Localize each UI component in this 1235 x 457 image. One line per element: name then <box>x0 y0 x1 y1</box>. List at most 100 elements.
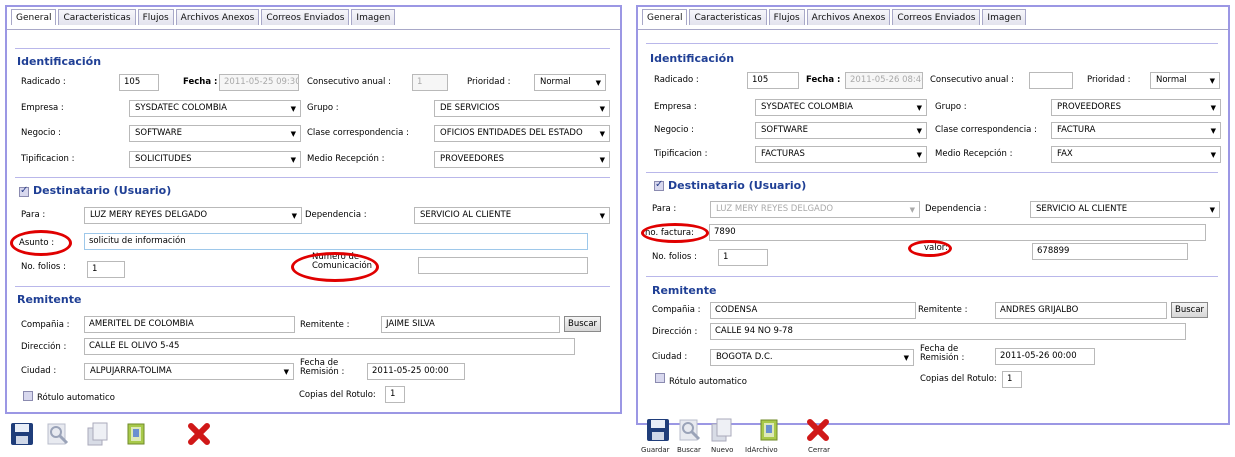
para-select[interactable]: LUZ MERY REYES DELGADO ▼ <box>84 207 302 224</box>
tab-archivos-anexos[interactable]: Archivos Anexos <box>175 9 260 25</box>
empresa-label: Empresa : <box>654 102 697 112</box>
remitente-label: Remitente : <box>918 305 968 315</box>
fecha-remision-field[interactable]: 2011-05-25 00:00 <box>367 363 465 380</box>
buscar-toolbar-label[interactable]: Buscar <box>677 446 701 454</box>
rotulo-checkbox[interactable] <box>655 373 665 383</box>
radicado-field[interactable]: 105 <box>119 74 159 91</box>
ciudad-select[interactable]: BOGOTA D.C. ▼ <box>710 349 914 366</box>
ciudad-select[interactable]: ALPUJARRA-TOLIMA ▼ <box>84 363 294 380</box>
numero-comunicacion-field[interactable] <box>418 257 588 274</box>
fecha-field[interactable]: 2011-05-26 08:40 <box>845 72 923 89</box>
save-icon[interactable] <box>10 422 34 446</box>
section-divider <box>646 276 1218 277</box>
fecha-field[interactable]: 2011-05-25 09:30 <box>219 74 299 91</box>
medio-select[interactable]: PROVEEDORES ▼ <box>434 151 610 168</box>
search-icon[interactable] <box>678 418 702 442</box>
empresa-select[interactable]: SYSDATEC COLOMBIA ▼ <box>129 100 301 117</box>
section-divider <box>15 177 610 178</box>
grupo-select[interactable]: PROVEEDORES ▼ <box>1051 99 1221 116</box>
close-icon[interactable] <box>187 422 211 446</box>
prioridad-label: Prioridad : <box>467 77 511 87</box>
tab-divider <box>638 29 1228 30</box>
grupo-label: Grupo : <box>307 103 339 113</box>
dependencia-select[interactable]: SERVICIO AL CLIENTE ▼ <box>414 207 610 224</box>
dependencia-label: Dependencia : <box>305 210 367 220</box>
no-factura-field[interactable]: 7890 <box>709 224 1206 241</box>
annotation-oval <box>641 223 709 243</box>
folios-field[interactable]: 1 <box>87 261 125 278</box>
negocio-label: Negocio : <box>654 125 694 135</box>
close-icon[interactable] <box>806 418 830 442</box>
clase-select[interactable]: FACTURA ▼ <box>1051 122 1221 139</box>
prioridad-select[interactable]: Normal ▼ <box>1150 72 1220 89</box>
idarchivo-label[interactable]: IdArchivo <box>745 446 778 454</box>
empresa-select[interactable]: SYSDATEC COLOMBIA ▼ <box>755 99 927 116</box>
copias-label: Copias del Rotulo: <box>920 374 997 384</box>
remitente-field[interactable]: ANDRES GRIJALBO <box>995 302 1167 319</box>
negocio-select[interactable]: SOFTWARE ▼ <box>755 122 927 139</box>
copias-label: Copias del Rotulo: <box>299 390 376 400</box>
tab-general[interactable]: General <box>642 9 688 25</box>
folios-field[interactable]: 1 <box>718 249 768 266</box>
remitente-field[interactable]: JAIME SILVA <box>381 316 560 333</box>
buscar-button[interactable]: Buscar <box>564 316 602 332</box>
archive-icon[interactable] <box>124 422 148 446</box>
radicado-label: Radicado : <box>654 75 699 85</box>
rotulo-checkbox[interactable] <box>23 391 33 401</box>
para-select[interactable]: LUZ MERY REYES DELGADO ▼ <box>710 201 920 218</box>
nuevo-label[interactable]: Nuevo <box>711 446 733 454</box>
destinatario-checkbox[interactable] <box>19 185 29 197</box>
medio-select[interactable]: FAX ▼ <box>1051 146 1221 163</box>
grupo-select[interactable]: DE SERVICIOS ▼ <box>434 100 610 117</box>
cerrar-label[interactable]: Cerrar <box>808 446 830 454</box>
prioridad-label: Prioridad : <box>1087 75 1131 85</box>
section-title-destinatario: Destinatario (Usuario) <box>668 179 807 192</box>
radicado-label: Radicado : <box>21 77 66 87</box>
tab-flujos[interactable]: Flujos <box>768 9 805 25</box>
new-document-icon[interactable] <box>710 418 734 442</box>
consecutivo-label: Consecutivo anual : <box>307 77 391 87</box>
radicado-field[interactable]: 105 <box>747 72 799 89</box>
direccion-field[interactable]: CALLE EL OLIVO 5-45 <box>84 338 575 355</box>
tab-correos-enviados[interactable]: Correos Enviados <box>261 9 350 25</box>
clase-select[interactable]: OFICIOS ENTIDADES DEL ESTADO ▼ <box>434 125 610 142</box>
tipificacion-label: Tipificacion : <box>654 149 708 159</box>
annotation-oval <box>10 230 72 256</box>
prioridad-select[interactable]: Normal ▼ <box>534 74 606 91</box>
buscar-button[interactable]: Buscar <box>1171 302 1209 318</box>
compania-field[interactable]: AMERITEL DE COLOMBIA <box>84 316 295 333</box>
asunto-field[interactable]: solicitu de información <box>84 233 588 250</box>
archive-icon[interactable] <box>757 418 781 442</box>
tab-correos-enviados[interactable]: Correos Enviados <box>892 9 981 25</box>
tab-caracteristicas[interactable]: Caracteristicas <box>58 9 136 25</box>
fecha-remision-field[interactable]: 2011-05-26 00:00 <box>995 348 1095 365</box>
annotation-oval <box>291 252 379 282</box>
tab-caracteristicas[interactable]: Caracteristicas <box>689 9 767 25</box>
tab-general[interactable]: General <box>11 9 57 25</box>
tab-archivos-anexos[interactable]: Archivos Anexos <box>806 9 891 25</box>
copias-field[interactable]: 1 <box>385 386 405 403</box>
compania-field[interactable]: CODENSA <box>710 302 916 319</box>
destinatario-checkbox[interactable] <box>654 179 664 191</box>
guardar-label[interactable]: Guardar <box>641 446 670 454</box>
ciudad-label: Ciudad : <box>21 366 57 376</box>
dependencia-select[interactable]: SERVICIO AL CLIENTE ▼ <box>1030 201 1220 218</box>
tab-imagen[interactable]: Imagen <box>982 9 1027 25</box>
tab-flujos[interactable]: Flujos <box>137 9 174 25</box>
search-icon[interactable] <box>46 422 70 446</box>
section-divider <box>15 286 610 287</box>
tab-imagen[interactable]: Imagen <box>351 9 396 25</box>
consecutivo-field[interactable]: 1 <box>412 74 448 91</box>
ciudad-label: Ciudad : <box>652 352 688 362</box>
clase-label: Clase correspondencia : <box>935 125 1037 135</box>
valor-field[interactable]: 678899 <box>1032 243 1188 260</box>
new-document-icon[interactable] <box>86 422 110 446</box>
save-icon[interactable] <box>646 418 670 442</box>
folios-label: No. folios : <box>652 252 697 262</box>
consecutivo-field[interactable] <box>1029 72 1073 89</box>
tipificacion-select[interactable]: FACTURAS ▼ <box>755 146 927 163</box>
tipificacion-select[interactable]: SOLICITUDES ▼ <box>129 151 301 168</box>
negocio-select[interactable]: SOFTWARE ▼ <box>129 125 301 142</box>
copias-field[interactable]: 1 <box>1002 371 1022 388</box>
direccion-field[interactable]: CALLE 94 NO 9-78 <box>710 323 1186 340</box>
